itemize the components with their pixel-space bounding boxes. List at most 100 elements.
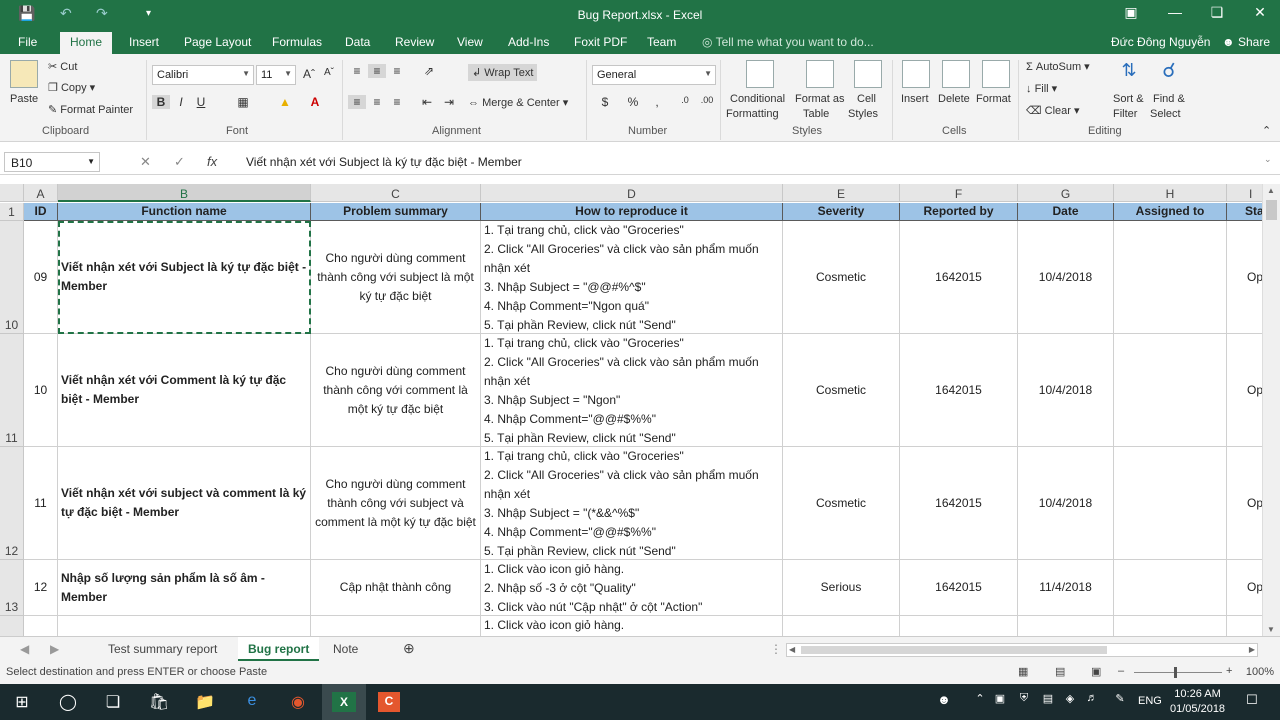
clock[interactable]: 10:26 AM 01/05/2018 [1170,687,1225,717]
scroll-thumb[interactable] [1266,200,1277,220]
cell-styles-button[interactable]: Cell [857,93,876,105]
expand-formula-bar-icon[interactable]: ⌄ [1264,154,1272,165]
sheet-tab-note[interactable]: Note [333,642,358,656]
user-name[interactable]: Đức Đông Nguyễn [1111,35,1210,49]
sort-filter-button[interactable]: Sort & [1113,93,1144,105]
font-color-icon[interactable]: A [306,95,324,109]
scroll-right-icon[interactable]: ▶ [1249,645,1255,654]
vertical-scrollbar[interactable]: ▲ ▼ [1262,184,1280,636]
column-header-b[interactable]: B [58,184,311,202]
edge-browser-icon[interactable]: e [240,692,264,710]
cell-assigned-to[interactable] [1114,560,1227,616]
header-cell-how[interactable]: How to reproduce it [481,203,783,221]
hscroll-thumb[interactable] [801,646,1107,654]
conditional-formatting-button[interactable]: Conditional [730,93,785,105]
file-explorer-icon[interactable]: 📁 [193,692,217,712]
shrink-font-icon[interactable]: Aˇ [320,67,338,78]
pen-icon[interactable]: ✎ [1108,692,1132,705]
tab-splitter-icon[interactable]: ⋮ [770,642,782,656]
column-header-i[interactable]: I [1227,184,1262,202]
column-header-e[interactable]: E [783,184,900,202]
cell-problem[interactable] [311,616,481,636]
copy-button[interactable]: ❐ Copy ▾ [48,81,95,94]
cell-function-selected[interactable]: Viết nhận xét với Subject là ký tự đặc b… [58,221,311,334]
row-header[interactable]: 11 [0,334,24,447]
align-center-icon[interactable]: ≡ [368,95,386,109]
cell-severity[interactable]: Cosmetic [783,221,900,334]
find-select-button-2[interactable]: Select [1150,108,1181,120]
page-break-view-icon[interactable]: ▣ [1091,665,1101,678]
font-size-combo[interactable]: 11 ▼ [256,65,296,85]
people-icon[interactable]: ☻ [932,692,956,707]
store-icon[interactable]: 🛍 [147,692,171,712]
row-header[interactable]: 10 [0,221,24,334]
conditional-formatting-icon[interactable] [746,60,774,88]
row-header[interactable]: 12 [0,447,24,560]
cell-id[interactable]: 11 [24,447,58,560]
column-header-g[interactable]: G [1018,184,1114,202]
row-header[interactable]: 13 [0,560,24,616]
cell-date[interactable] [1018,616,1114,636]
find-select-icon[interactable]: ☌ [1160,58,1178,83]
cell-function[interactable] [58,616,311,636]
header-cell-problem[interactable]: Problem summary [311,203,481,221]
prev-sheet-icon[interactable]: ◀ [20,642,29,656]
column-header-h[interactable]: H [1114,184,1227,202]
cell-how-to-reproduce[interactable]: 1. Tại trang chủ, click vào "Groceries" … [481,221,783,334]
close-icon[interactable]: ✕ [1245,4,1275,21]
cell-date[interactable]: 10/4/2018 [1018,334,1114,447]
paste-button[interactable]: Paste [10,93,38,105]
cell-assigned-to[interactable] [1114,334,1227,447]
tab-add-ins[interactable]: Add-Ins [508,35,549,49]
header-cell-id[interactable]: ID [24,203,58,221]
cancel-entry-icon[interactable]: ✕ [140,154,151,170]
cell-date[interactable]: 10/4/2018 [1018,447,1114,560]
windows-start-icon[interactable]: ⊞ [10,692,34,712]
cell-how-to-reproduce[interactable]: 1. Click vào icon giỏ hàng. [481,616,783,636]
align-top-icon[interactable]: ≡ [348,64,366,78]
tab-formulas[interactable]: Formulas [272,35,322,49]
network-icon[interactable]: ▤ [1036,692,1060,705]
cell-styles-icon[interactable] [854,60,882,88]
cell-severity[interactable]: Serious [783,560,900,616]
fill-button[interactable]: ↓ Fill ▾ [1026,82,1057,95]
row-header[interactable]: 1 [0,203,24,221]
cell-problem[interactable]: Cập nhật thành công [311,560,481,616]
format-as-table-button-2[interactable]: Table [803,108,829,120]
align-middle-icon[interactable]: ≡ [368,64,386,78]
tab-team[interactable]: Team [647,35,676,49]
sort-filter-icon[interactable]: ⇅ [1120,60,1138,81]
wrap-text-button[interactable]: ↲ Wrap Text [468,64,538,81]
cell-id[interactable]: 12 [24,560,58,616]
cell-assigned-to[interactable] [1114,221,1227,334]
excel-taskbar-active[interactable]: X [322,684,366,720]
cell-reported-by[interactable] [900,616,1018,636]
cell-reported-by[interactable]: 1642015 [900,560,1018,616]
conditional-formatting-button-2[interactable]: Formatting [726,108,779,120]
tab-review[interactable]: Review [395,35,434,49]
find-select-button[interactable]: Find & [1153,93,1185,105]
header-cell-date[interactable]: Date [1018,203,1114,221]
cell-problem[interactable]: Cho người dùng comment thành công với co… [311,334,481,447]
select-all-corner[interactable] [0,184,24,202]
column-header-c[interactable]: C [311,184,481,202]
cell-how-to-reproduce[interactable]: 1. Click vào icon giỏ hàng. 2. Nhập số -… [481,560,783,616]
percent-icon[interactable]: % [624,95,642,109]
scroll-up-icon[interactable]: ▲ [1267,186,1275,195]
chrome-browser-icon[interactable]: ◉ [286,692,310,712]
tray-app-icon[interactable]: ▣ [988,692,1012,705]
cortana-search-icon[interactable]: ◯ [56,692,80,712]
cell-date[interactable]: 10/4/2018 [1018,221,1114,334]
scroll-left-icon[interactable]: ◀ [789,645,795,654]
cell-status[interactable]: Op [1227,560,1262,616]
language-indicator[interactable]: ENG [1138,695,1162,707]
bold-icon[interactable]: B [152,95,170,109]
cell-problem[interactable]: Cho người dùng comment thành công với su… [311,221,481,334]
cell-function[interactable]: Viết nhận xét với Comment là ký tự đặc b… [58,334,311,447]
cell-status[interactable]: Op [1227,447,1262,560]
cell-id[interactable]: 10 [24,334,58,447]
paste-icon[interactable] [10,60,38,88]
cell-problem[interactable]: Cho người dùng comment thành công với su… [311,447,481,560]
cell-date[interactable]: 11/4/2018 [1018,560,1114,616]
format-cells-button[interactable]: Format [976,93,1011,105]
